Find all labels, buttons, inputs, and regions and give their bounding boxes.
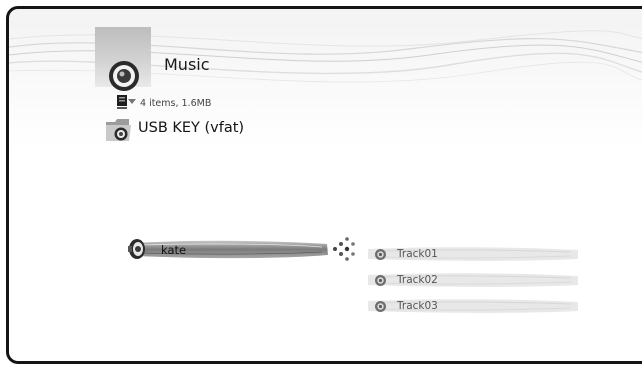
- selected-item-kate[interactable]: kate: [122, 231, 362, 267]
- selection-highlight-bar: [128, 237, 355, 261]
- track-item[interactable]: Track03: [366, 297, 581, 315]
- media-center-screen: Music 4 items, 1.6MB USB KEY (vfat) kate…: [6, 6, 642, 364]
- speaker-icon: [128, 239, 145, 259]
- folder-speaker-icon: [106, 119, 131, 141]
- speaker-icon: [109, 61, 139, 91]
- item-count-info: 4 items, 1.6MB: [140, 98, 212, 109]
- track-item[interactable]: Track01: [366, 245, 581, 263]
- selected-item-label: kate: [161, 243, 187, 257]
- audio-file-icon: [375, 249, 386, 260]
- folder-label: USB KEY (vfat): [138, 120, 245, 136]
- track-item[interactable]: Track02: [366, 271, 581, 289]
- audio-file-icon: [375, 301, 386, 312]
- folder-usb-key[interactable]: USB KEY (vfat): [105, 115, 305, 145]
- expand-arrow-icon[interactable]: [333, 237, 355, 261]
- audio-file-icon: [375, 275, 386, 286]
- section-title: Music: [164, 55, 210, 74]
- storage-info-icon: [117, 95, 136, 109]
- track-label: Track02: [397, 274, 438, 286]
- track-label: Track01: [397, 248, 438, 260]
- track-label: Track03: [397, 300, 438, 312]
